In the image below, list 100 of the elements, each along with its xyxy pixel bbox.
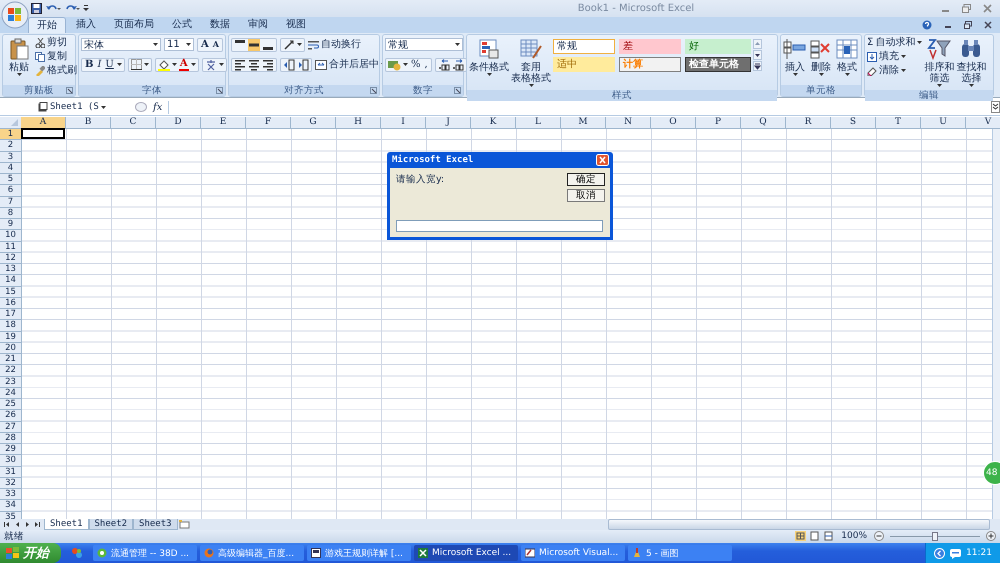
cancel-button[interactable]: 取消 [567, 189, 605, 202]
wrap-text-button[interactable]: 自动换行 [308, 38, 361, 51]
expand-icon[interactable] [991, 101, 1000, 114]
row-header[interactable]: 14 [0, 275, 21, 287]
row-header[interactable]: 31 [0, 466, 21, 478]
dialog-launcher-icon[interactable] [370, 86, 377, 94]
ribbon-button[interactable]: 套用 表格格式 [511, 36, 551, 90]
ribbon-button[interactable]: 复制 [35, 50, 77, 63]
column-header[interactable]: H [336, 117, 381, 128]
phonetic-icon[interactable] [204, 58, 217, 71]
cell-style-item[interactable]: 常规 [553, 38, 615, 54]
ribbon-button[interactable]: 格式刷 [35, 64, 77, 77]
ribbon-button[interactable]: 剪切 [35, 36, 77, 49]
bold-button[interactable]: B [84, 59, 94, 70]
column-header[interactable]: T [876, 117, 921, 128]
row-header[interactable]: 29 [0, 444, 21, 456]
new-sheet-icon[interactable] [178, 520, 190, 529]
page-layout-icon[interactable] [809, 531, 820, 542]
taskbar-item[interactable]: 5 - 画图 [628, 545, 732, 561]
name-box[interactable]: Sheet1 (S [2, 102, 128, 112]
cell-style-item[interactable]: 适中 [553, 56, 615, 72]
currency-icon[interactable] [388, 58, 401, 71]
taskbar-item[interactable]: 高级编辑器_百度... [200, 545, 304, 561]
taskbar-item[interactable]: Microsoft Excel ... [414, 545, 518, 561]
row-header[interactable]: 32 [0, 478, 21, 490]
close-icon[interactable] [984, 20, 992, 29]
align-left-icon[interactable] [234, 58, 246, 71]
shrink-font-button[interactable]: A [212, 39, 220, 50]
row-header[interactable]: 6 [0, 185, 21, 197]
ribbon-tab[interactable]: 插入 [68, 16, 104, 33]
save-icon[interactable] [31, 2, 42, 14]
row-header[interactable]: 27 [0, 422, 21, 433]
row-header[interactable]: 8 [0, 208, 21, 220]
font-size-field[interactable]: 11 [164, 38, 194, 52]
chat-icon[interactable] [950, 548, 962, 558]
row-header[interactable]: 26 [0, 410, 21, 422]
italic-button[interactable]: I [96, 59, 102, 70]
row-header[interactable]: 1 [0, 129, 21, 140]
column-header[interactable]: I [381, 117, 426, 128]
row-header[interactable]: 33 [0, 489, 21, 500]
first-sheet-icon[interactable] [4, 520, 10, 528]
last-sheet-icon[interactable] [34, 520, 40, 528]
cell-style-item[interactable]: 差 [619, 38, 681, 54]
ribbon-button[interactable]: 格式 [835, 36, 859, 79]
ribbon-button[interactable]: 填充 [867, 50, 922, 63]
ribbon-tab[interactable]: 数据 [202, 16, 238, 33]
row-header[interactable]: 10 [0, 230, 21, 242]
ribbon-button[interactable]: 排序和 筛选 [924, 36, 954, 90]
row-header[interactable]: 34 [0, 500, 21, 512]
dialog-launcher-icon[interactable] [216, 86, 223, 94]
row-header[interactable]: 11 [0, 242, 21, 253]
column-header[interactable]: S [831, 117, 876, 128]
ribbon-tab[interactable]: 页面布局 [106, 16, 162, 33]
launcher-icon[interactable] [71, 547, 83, 559]
column-header[interactable]: M [561, 117, 606, 128]
insert-function-button[interactable]: fx [150, 102, 166, 113]
row-header[interactable]: 24 [0, 388, 21, 400]
dialog-launcher-icon[interactable] [66, 86, 73, 94]
slider-thumb[interactable] [932, 532, 938, 541]
align-right-icon[interactable] [262, 58, 274, 71]
column-header[interactable]: C [111, 117, 156, 128]
increase-indent-icon[interactable] [297, 58, 309, 71]
taskbar-item[interactable]: 游戏王规则详解 [... [307, 545, 411, 561]
ribbon-button[interactable]: 粘贴 [5, 36, 33, 79]
ribbon-button[interactable]: 插入 [783, 36, 807, 79]
column-header[interactable]: N [606, 117, 651, 128]
sheet-tab[interactable]: Sheet2 [88, 518, 134, 530]
column-header[interactable]: V [966, 117, 1000, 128]
column-header[interactable]: F [246, 117, 291, 128]
dialog-launcher-icon[interactable] [454, 86, 461, 94]
selected-cell[interactable] [21, 128, 65, 140]
row-header[interactable]: 2 [0, 140, 21, 152]
help-icon[interactable] [922, 20, 932, 30]
row-header[interactable]: 28 [0, 432, 21, 444]
horizontal-scrollbar[interactable] [608, 518, 990, 530]
row-header[interactable]: 16 [0, 298, 21, 310]
column-header[interactable]: U [921, 117, 966, 128]
ribbon-button[interactable]: 查找和 选择 [956, 36, 986, 90]
column-header[interactable]: P [696, 117, 741, 128]
row-header[interactable]: 4 [0, 162, 21, 174]
column-header[interactable]: B [66, 117, 111, 128]
row-header[interactable]: 12 [0, 252, 21, 264]
column-header[interactable]: Q [741, 117, 786, 128]
borders-icon[interactable] [130, 59, 142, 70]
row-header[interactable]: 13 [0, 264, 21, 276]
row-header[interactable]: 25 [0, 399, 21, 410]
row-header[interactable]: 3 [0, 152, 21, 163]
row-header[interactable]: 21 [0, 354, 21, 366]
decrease-decimal-icon[interactable] [452, 58, 464, 71]
zoom-out-icon[interactable] [874, 531, 884, 542]
ribbon-button[interactable]: 删除 [809, 36, 833, 79]
zoom-level[interactable]: 100% [841, 531, 867, 542]
column-header[interactable]: E [201, 117, 246, 128]
page-break-icon[interactable] [823, 531, 834, 542]
next-sheet-icon[interactable] [24, 520, 30, 528]
sheet-tab[interactable]: Sheet3 [133, 518, 178, 530]
ribbon-button[interactable]: 条件格式 [469, 36, 509, 79]
row-header[interactable]: 15 [0, 286, 21, 298]
row-header[interactable]: 30 [0, 455, 21, 467]
percent-button[interactable]: % [410, 59, 422, 70]
